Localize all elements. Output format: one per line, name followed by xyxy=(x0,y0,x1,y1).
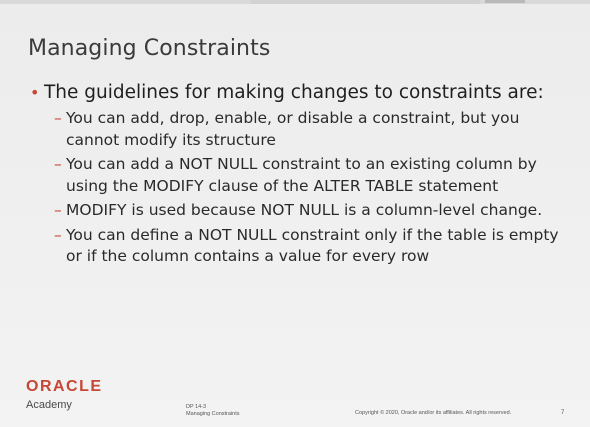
sub-bullet-text: You can add, drop, enable, or disable a … xyxy=(66,109,520,149)
copyright-notice: Copyright © 2020, Oracle and/or its affi… xyxy=(355,410,512,416)
sub-bullet-text: MODIFY is used because NOT NULL is a col… xyxy=(66,201,543,219)
sub-bullet-item: – You can add a NOT NULL constraint to a… xyxy=(54,154,570,197)
sub-bullet-item: – You can add, drop, enable, or disable … xyxy=(54,108,570,151)
course-title: Managing Constraints xyxy=(186,411,240,417)
sub-bullet-list: – You can add, drop, enable, or disable … xyxy=(30,108,570,268)
main-bullet-text: The guidelines for making changes to con… xyxy=(44,82,544,103)
course-info: DP 14-3 Managing Constraints xyxy=(186,404,240,418)
sub-bullet-item: – MODIFY is used because NOT NULL is a c… xyxy=(54,200,570,222)
sub-bullet-marker: – xyxy=(54,201,62,219)
slide-footer: ORACLE Academy DP 14-3 Managing Constrai… xyxy=(0,370,590,427)
sub-bullet-marker: – xyxy=(54,109,62,127)
previous-slide-title-remnant xyxy=(250,0,480,4)
course-code: DP 14-3 xyxy=(186,404,207,410)
sub-bullet-marker: – xyxy=(54,155,62,173)
main-bullet: • The guidelines for making changes to c… xyxy=(30,80,570,106)
academy-label: Academy xyxy=(26,399,72,411)
slide-content: • The guidelines for making changes to c… xyxy=(30,80,570,271)
bullet-marker: • xyxy=(30,83,40,102)
sub-bullet-text: You can define a NOT NULL constraint onl… xyxy=(66,225,559,266)
top-accent-bar xyxy=(485,0,525,3)
page-number: 7 xyxy=(561,410,565,416)
oracle-academy-logo: ORACLE Academy xyxy=(26,378,103,412)
sub-bullet-marker: – xyxy=(54,225,62,244)
sub-bullet-text: You can add a NOT NULL constraint to an … xyxy=(66,155,537,195)
sub-bullet-item: – You can define a NOT NULL constraint o… xyxy=(54,225,570,268)
slide-title: Managing Constraints xyxy=(28,36,271,61)
slide: Managing Constraints • The guidelines fo… xyxy=(0,0,590,427)
oracle-wordmark: ORACLE xyxy=(26,378,103,395)
